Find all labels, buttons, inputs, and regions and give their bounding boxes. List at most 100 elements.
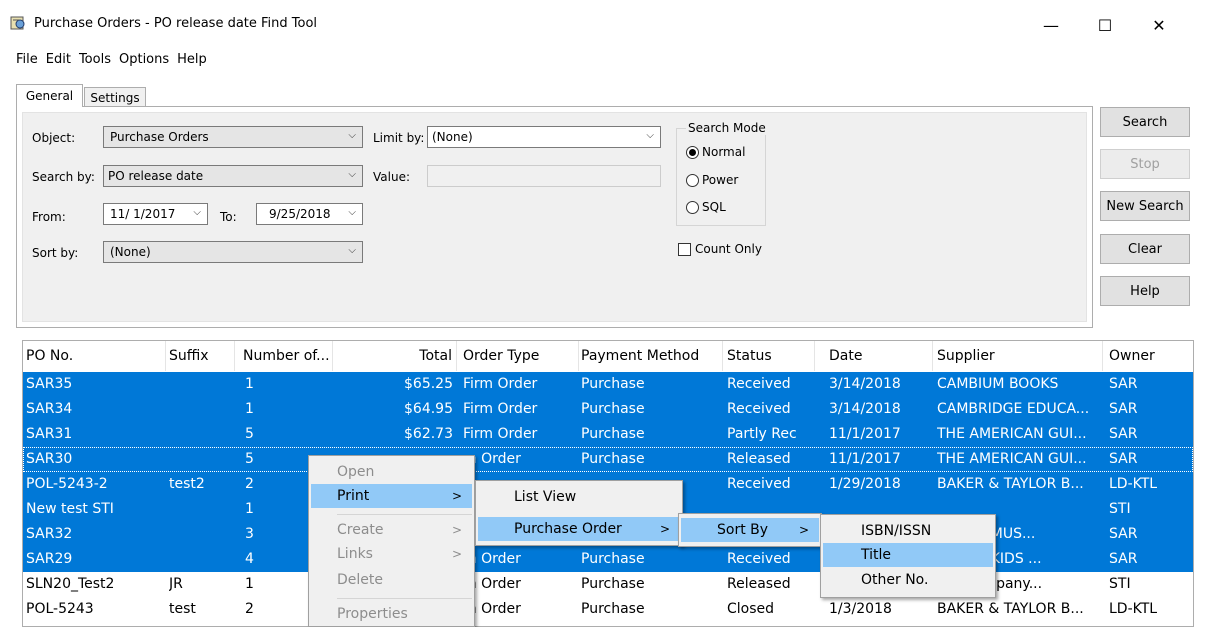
column-header-owner[interactable]: Owner: [1109, 341, 1193, 371]
menu-options[interactable]: Options: [119, 52, 169, 70]
table-row[interactable]: SAR34 1 $64.95 Firm Order Purchase Received 3/…: [23, 397, 1193, 422]
column-header-total[interactable]: Total: [333, 341, 457, 371]
menu-item-other-no[interactable]: Other No.: [823, 568, 993, 592]
menu-item-create[interactable]: Create >: [311, 518, 472, 542]
cell-owner: SAR: [1109, 376, 1138, 392]
column-header-payment-method[interactable]: Payment Method: [581, 341, 723, 371]
menu-tools[interactable]: Tools: [79, 52, 111, 70]
table-row[interactable]: SAR35 1 $65.25 Firm Order Purchase Received 3/…: [23, 372, 1193, 397]
menu-help[interactable]: Help: [177, 52, 207, 70]
menu-item-links[interactable]: Links >: [311, 542, 472, 566]
radio-sql[interactable]: SQL: [686, 200, 726, 214]
cell-total: $62.73: [404, 426, 453, 442]
clear-button[interactable]: Clear: [1100, 234, 1190, 264]
cell-order-type: m Order: [463, 576, 521, 592]
menu-edit[interactable]: Edit: [46, 52, 71, 70]
cell-date: 3/14/2018: [829, 401, 901, 417]
cell-order-type: m Order: [463, 601, 521, 617]
cell-total: $65.25: [404, 376, 453, 392]
cell-date: 1/3/2018: [829, 601, 892, 617]
to-label: To:: [220, 210, 237, 224]
menu-separator: [337, 514, 472, 515]
tab-settings[interactable]: Settings: [84, 87, 146, 107]
menu-item-title[interactable]: Title: [823, 543, 993, 567]
tab-general[interactable]: General: [16, 84, 83, 107]
cell-payment-method: Purchase: [581, 401, 645, 417]
cell-order-type: m Order: [463, 551, 521, 567]
cell-status: Received: [727, 401, 791, 417]
cell-suffix: JR: [169, 576, 183, 592]
column-header-suffix[interactable]: Suffix: [169, 341, 235, 371]
close-button[interactable]: ✕: [1136, 10, 1182, 40]
find-tool-app-icon: [10, 16, 25, 30]
cell-date: 11/1/2017: [829, 451, 901, 467]
column-header-date[interactable]: Date: [829, 341, 933, 371]
new-search-button[interactable]: New Search: [1100, 191, 1190, 221]
submenu-arrow-icon: >: [798, 523, 809, 537]
value-label: Value:: [373, 170, 410, 184]
search-mode-title: Search Mode: [686, 121, 768, 135]
chevron-down-icon: ⌵: [348, 169, 356, 180]
cell-order-type: Firm Order: [463, 401, 538, 417]
cell-order-type: Firm Order: [463, 376, 538, 392]
sort-by-select[interactable]: (None) ⌵: [103, 241, 363, 263]
count-only-checkbox[interactable]: Count Only: [678, 242, 762, 256]
cell-supplier: BAKER & TAYLOR B...: [937, 601, 1084, 617]
menu-item-isbn-issn[interactable]: ISBN/ISSN: [823, 519, 993, 543]
cell-po-no: SAR31: [26, 426, 73, 442]
menu-file[interactable]: File: [16, 52, 38, 70]
table-row[interactable]: SAR31 5 $62.73 Firm Order Purchase Partly Rec…: [23, 422, 1193, 447]
menu-item-open[interactable]: Open: [311, 460, 472, 484]
chevron-down-icon: ⌵: [193, 207, 201, 218]
cell-po-no: SAR29: [26, 551, 73, 567]
column-header-status[interactable]: Status: [727, 341, 815, 371]
cell-status: Released: [727, 576, 791, 592]
menu-item-print[interactable]: Print >: [311, 484, 472, 508]
search-button[interactable]: Search: [1100, 107, 1190, 137]
column-header-number-of[interactable]: Number of...: [243, 341, 333, 371]
table-row[interactable]: SAR30 5 m Order Purchase Released 11/1/2017 TH…: [23, 447, 1193, 472]
search-by-select[interactable]: PO release date ⌵: [103, 165, 363, 187]
from-label: From:: [32, 210, 66, 224]
menu-separator: [337, 598, 472, 599]
menu-item-properties[interactable]: Properties: [311, 602, 472, 626]
minimize-button[interactable]: —: [1028, 10, 1074, 40]
from-date-picker[interactable]: 11/ 1/2017 ⌵: [103, 203, 208, 225]
radio-power[interactable]: Power: [686, 173, 738, 187]
table-row[interactable]: SAR294m OrderPurchaseReceivedNDACK KIDS …: [23, 547, 1193, 572]
cell-po-no: POL-5243: [26, 601, 94, 617]
column-header-order-type[interactable]: Order Type: [463, 341, 579, 371]
column-header-po-no[interactable]: PO No.: [26, 341, 166, 371]
column-header-supplier[interactable]: Supplier: [937, 341, 1103, 371]
menu-item-delete[interactable]: Delete: [311, 568, 472, 592]
stop-button[interactable]: Stop: [1100, 149, 1190, 179]
menu-item-list-view[interactable]: List View: [478, 485, 680, 509]
menu-item-purchase-order[interactable]: Purchase Order >: [478, 517, 680, 541]
limit-by-select[interactable]: (None) ⌵: [427, 126, 661, 148]
checkbox-icon: [678, 242, 691, 256]
cell-payment-method: Purchase: [581, 376, 645, 392]
cell-total: $64.95: [404, 401, 453, 417]
cell-owner: STI: [1109, 501, 1131, 517]
cell-po-no: SAR35: [26, 376, 73, 392]
menu-item-sort-by[interactable]: Sort By >: [681, 518, 819, 542]
radio-normal[interactable]: Normal: [686, 145, 745, 159]
chevron-down-icon: ⌵: [348, 245, 356, 256]
cell-supplier: THE AMERICAN GUI...: [937, 426, 1087, 442]
table-row[interactable]: SLN20_Test2JR1m OrderPurchaseReleasedthy…: [23, 572, 1193, 597]
radio-unselected-icon: [686, 173, 699, 187]
cell-status: Closed: [727, 601, 775, 617]
submenu-arrow-icon: >: [451, 547, 462, 561]
cell-supplier: CAMBRIDGE EDUCA...: [937, 401, 1090, 417]
to-date-picker[interactable]: 9/25/2018 ⌵: [256, 203, 363, 225]
value-input[interactable]: [427, 165, 661, 187]
help-button[interactable]: Help: [1100, 276, 1190, 306]
cell-suffix: [169, 372, 235, 397]
cell-payment-method: Purchase: [581, 551, 645, 567]
maximize-button[interactable]: ☐: [1082, 10, 1128, 40]
cell-date: 11/1/2017: [829, 426, 901, 442]
object-select[interactable]: Purchase Orders ⌵: [103, 126, 363, 148]
cell-suffix: [169, 422, 235, 447]
cell-owner: LD-KTL: [1109, 476, 1158, 492]
table-row[interactable]: POL-5243 test 2 m Order Purchase Closed 1/3/20…: [23, 597, 1193, 622]
